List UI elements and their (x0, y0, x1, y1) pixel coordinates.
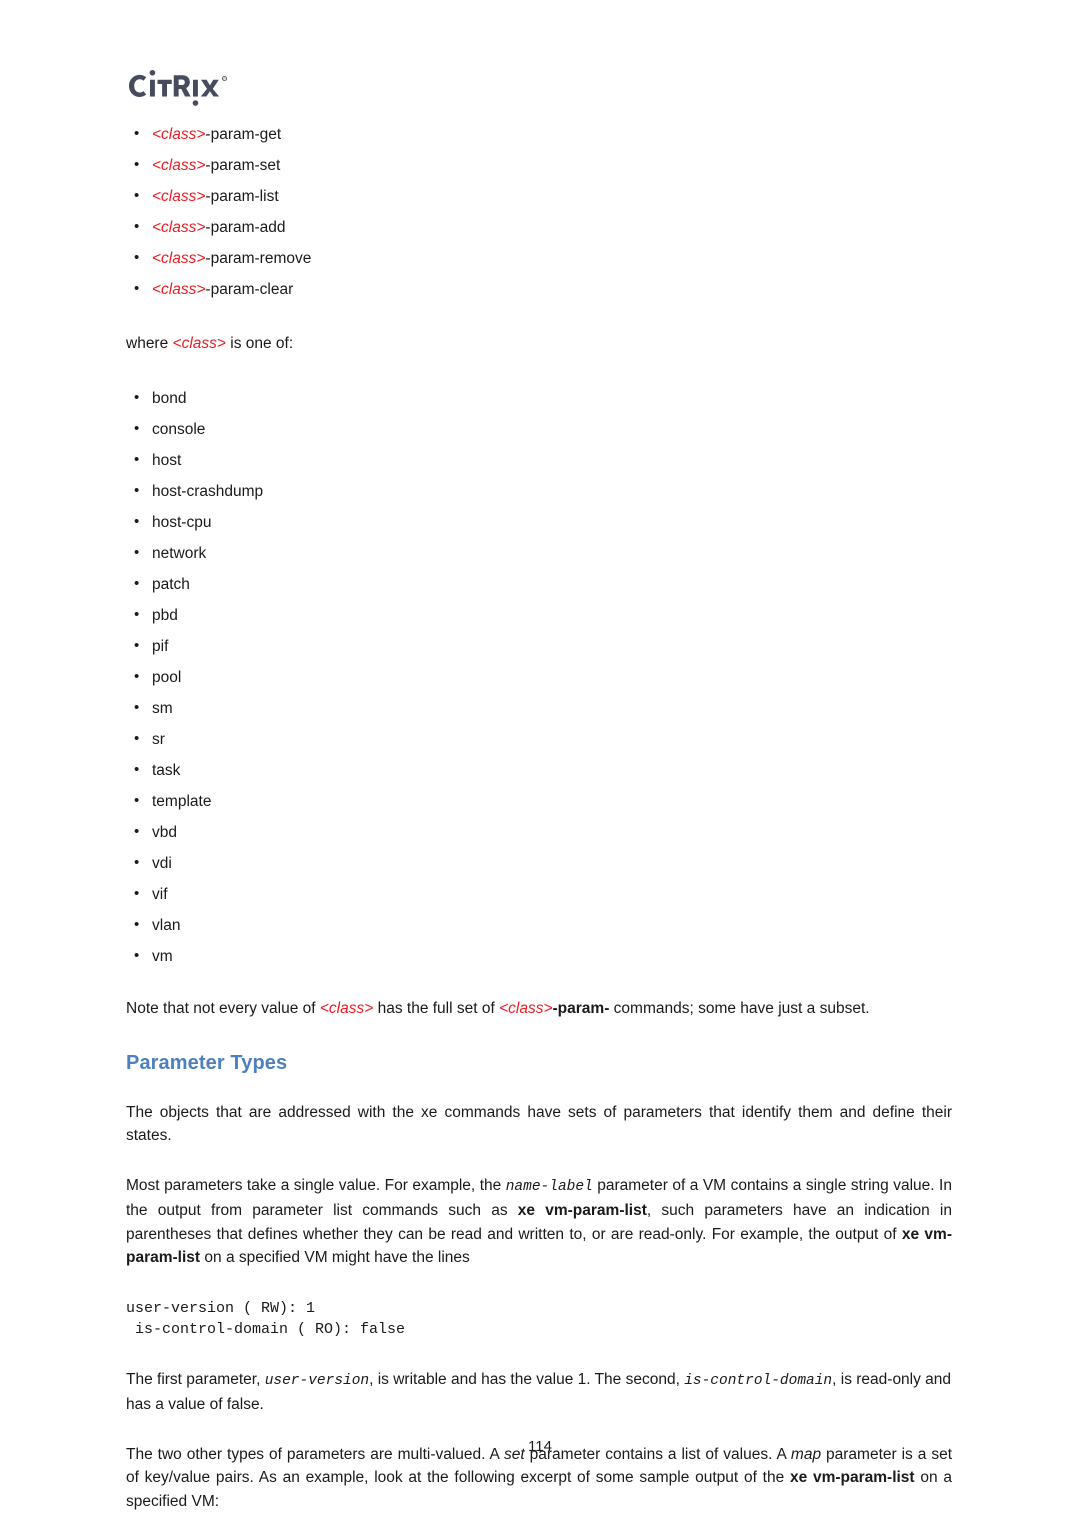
list-item: patch (126, 575, 952, 593)
class-value: pbd (152, 607, 178, 624)
list-item: pif (126, 637, 952, 655)
class-value: host-crashdump (152, 483, 264, 500)
class-value: sr (152, 731, 165, 748)
note-paragraph: Note that not every value of <class> has… (126, 997, 952, 1021)
list-item: network (126, 544, 952, 562)
class-value: pool (152, 669, 182, 686)
code-line-user-version: user-version ( RW): 1 (126, 1299, 316, 1317)
paragraph-objects-addressed: The objects that are addressed with the … (126, 1103, 952, 1145)
code-line-is-control-domain: is-control-domain ( RO): false (126, 1320, 406, 1338)
class-value: vm (152, 948, 173, 965)
class-token: <class> (152, 250, 206, 267)
where-prefix: where (126, 335, 173, 352)
paragraph-most-parameters: Most parameters take a single value. For… (126, 1174, 952, 1270)
list-item: pbd (126, 606, 952, 624)
class-value: vlan (152, 917, 181, 934)
document-page: R <class>-param-get <class>-param-set <c… (0, 0, 1080, 1527)
class-token: <class> (152, 126, 206, 143)
code-block-param-output: user-version ( RW): 1 is-control-domain … (126, 1298, 952, 1340)
param-command-list: <class>-param-get <class>-param-set <cla… (126, 125, 952, 298)
page-content: <class>-param-get <class>-param-set <cla… (126, 125, 952, 1513)
class-value: pif (152, 638, 169, 655)
class-value: patch (152, 576, 190, 593)
bold-param-token: -param- (552, 1000, 610, 1017)
class-token: <class> (499, 1000, 553, 1017)
list-item: <class>-param-set (126, 156, 952, 174)
code-is-control-domain: is-control-domain (684, 1372, 833, 1389)
class-value: sm (152, 700, 173, 717)
class-value: task (152, 762, 181, 779)
class-token: <class> (152, 157, 206, 174)
list-item: console (126, 420, 952, 438)
p2-part1: Most parameters take a single value. For… (126, 1176, 506, 1194)
list-item: sm (126, 699, 952, 717)
class-value: host (152, 452, 182, 469)
list-item: vm (126, 947, 952, 965)
list-item: <class>-param-add (126, 218, 952, 236)
class-values-list: bond console host host-crashdump host-cp… (126, 389, 952, 965)
note-part1: Note that not every value of (126, 1000, 320, 1017)
page-number-footer: 114 (0, 1438, 1080, 1456)
command-suffix: -param-clear (205, 281, 294, 298)
bold-xe-vm-param-list: xe vm-param-list (517, 1202, 647, 1219)
class-value: console (152, 421, 206, 438)
list-item: sr (126, 730, 952, 748)
where-class-line: where <class> is one of: (126, 334, 952, 354)
list-item: bond (126, 389, 952, 407)
where-suffix: is one of: (225, 335, 294, 352)
p3-part1: The first parameter, (126, 1370, 265, 1388)
p2-part4: on a specified VM might have the lines (200, 1249, 470, 1266)
command-suffix: -param-get (205, 126, 282, 143)
bold-xe-vm-param-list: xe vm-param-list (789, 1469, 915, 1486)
note-part2: has the full set of (373, 1000, 500, 1017)
list-item: <class>-param-remove (126, 249, 952, 267)
list-item: host-crashdump (126, 482, 952, 500)
class-value: network (152, 545, 207, 562)
list-item: vdi (126, 854, 952, 872)
class-value: vif (152, 886, 168, 903)
command-suffix: -param-list (205, 188, 279, 205)
paragraph-first-parameter: The first parameter, user-version, is wr… (126, 1368, 952, 1417)
list-item: vlan (126, 916, 952, 934)
citrix-logo: R (126, 66, 326, 110)
list-item: vbd (126, 823, 952, 841)
note-part3: commands; some have just a subset. (609, 1000, 870, 1017)
list-item: host-cpu (126, 513, 952, 531)
list-item: <class>-param-list (126, 187, 952, 205)
command-suffix: -param-remove (205, 250, 312, 267)
list-item: vif (126, 885, 952, 903)
list-item: <class>-param-get (126, 125, 952, 143)
list-item: pool (126, 668, 952, 686)
list-item: <class>-param-clear (126, 280, 952, 298)
section-heading-parameter-types: Parameter Types (126, 1051, 288, 1074)
p3-part2: , is writable and has the value 1. The s… (369, 1370, 685, 1388)
code-user-version: user-version (264, 1372, 370, 1389)
class-token: <class> (319, 1000, 374, 1017)
command-suffix: -param-add (205, 219, 286, 236)
class-value: host-cpu (152, 514, 212, 531)
code-name-label: name-label (505, 1178, 593, 1195)
class-value: vbd (152, 824, 177, 841)
class-token: <class> (152, 219, 206, 236)
class-value: vdi (152, 855, 172, 872)
page-number: 114 (528, 1438, 552, 1455)
list-item: host (126, 451, 952, 469)
class-token: <class> (152, 188, 206, 205)
class-value: template (152, 793, 212, 810)
list-item: template (126, 792, 952, 810)
class-token: <class> (152, 281, 206, 298)
list-item: task (126, 761, 952, 779)
class-token: <class> (172, 335, 226, 352)
class-value: bond (152, 390, 187, 407)
command-suffix: -param-set (205, 157, 281, 174)
